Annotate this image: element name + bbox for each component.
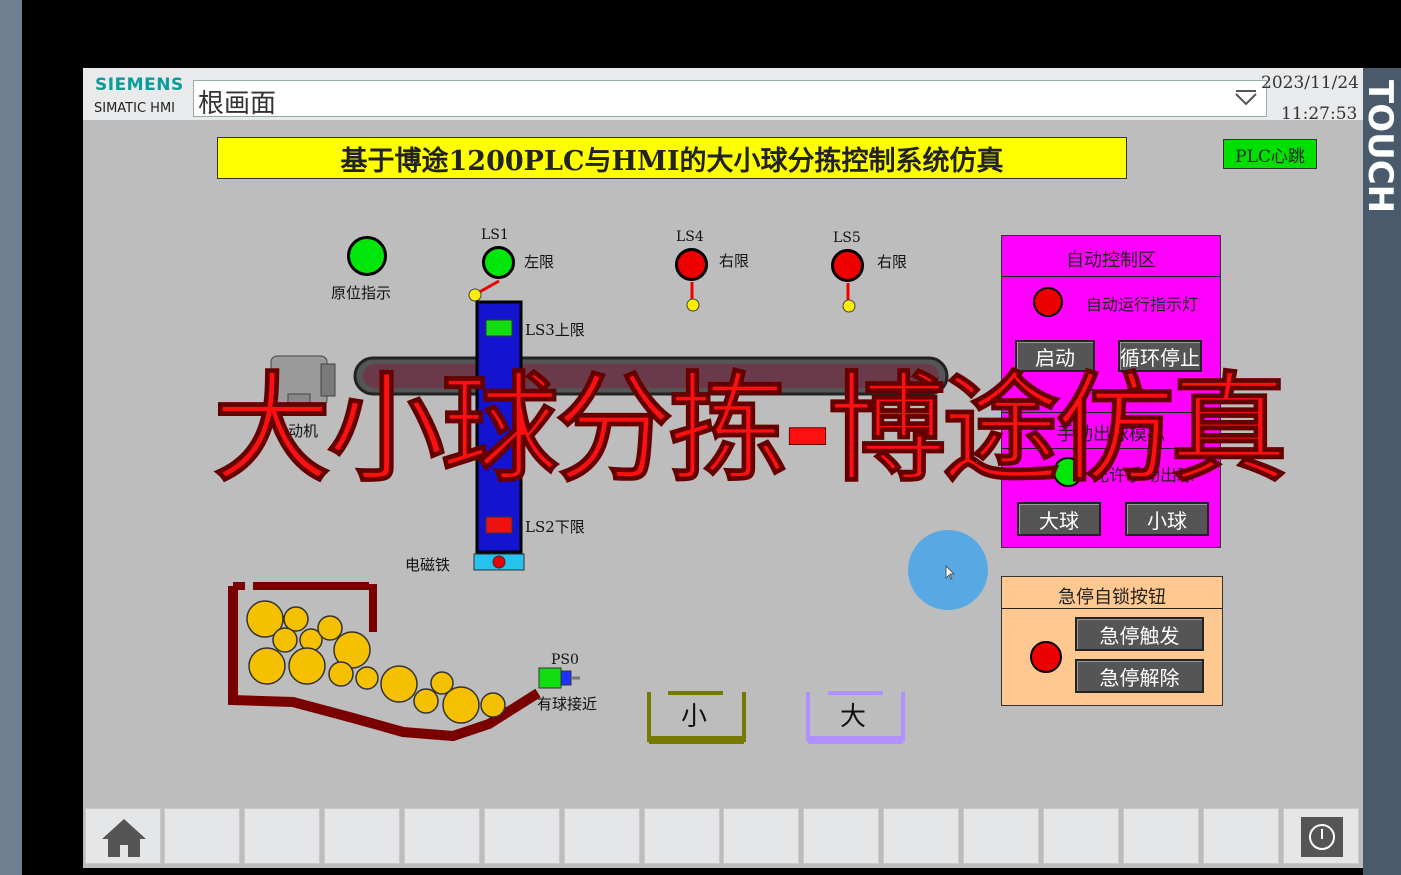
estop-release-button[interactable]: 急停解除 bbox=[1075, 659, 1204, 693]
home-icon bbox=[102, 819, 146, 857]
hmi-screen: SIEMENS SIMATIC HMI 根画面 2023/11/24 11:27… bbox=[83, 68, 1363, 868]
magnet-label: 电磁铁 bbox=[405, 556, 451, 574]
divider bbox=[1002, 276, 1220, 277]
estop-panel: 急停自锁按钮 急停触发 急停解除 bbox=[1001, 576, 1223, 706]
function-key-bar bbox=[83, 804, 1363, 868]
left-frame bbox=[0, 0, 22, 875]
function-key-9[interactable] bbox=[723, 808, 799, 864]
ls2-label: LS2下限 bbox=[525, 518, 585, 536]
function-key-12[interactable] bbox=[963, 808, 1039, 864]
function-key-15[interactable] bbox=[1203, 808, 1279, 864]
function-key-6[interactable] bbox=[484, 808, 560, 864]
auto-run-lamp bbox=[1033, 287, 1063, 317]
function-key-8[interactable] bbox=[644, 808, 720, 864]
big-ball-button[interactable]: 大球 bbox=[1017, 502, 1101, 536]
large-bin-label: 大 bbox=[840, 702, 867, 732]
function-key-14[interactable] bbox=[1123, 808, 1199, 864]
small-ball-button[interactable]: 小球 bbox=[1125, 502, 1209, 536]
auto-run-label: 自动运行指示灯 bbox=[1086, 295, 1199, 314]
estop-lamp bbox=[1030, 641, 1062, 673]
divider bbox=[1002, 608, 1222, 609]
function-key-5[interactable] bbox=[404, 808, 480, 864]
auto-zone-title: 自动控制区 bbox=[1066, 250, 1156, 271]
pointer-icon bbox=[945, 565, 955, 580]
touch-cursor bbox=[908, 530, 988, 610]
function-key-4[interactable] bbox=[324, 808, 400, 864]
estop-zone-title: 急停自锁按钮 bbox=[1058, 587, 1166, 608]
home-key[interactable] bbox=[85, 808, 161, 864]
overlay-caption: 大小球分拣-博途仿真 bbox=[213, 360, 1289, 499]
function-key-13[interactable] bbox=[1043, 808, 1119, 864]
function-key-3[interactable] bbox=[244, 808, 320, 864]
ps0-desc: 有球接近 bbox=[537, 695, 598, 713]
estop-trigger-button[interactable]: 急停触发 bbox=[1075, 617, 1204, 651]
small-bin-label: 小 bbox=[681, 702, 708, 732]
ps0-label: PS0 bbox=[551, 652, 579, 668]
function-key-2[interactable] bbox=[164, 808, 240, 864]
function-key-7[interactable] bbox=[564, 808, 640, 864]
function-key-11[interactable] bbox=[883, 808, 959, 864]
power-key[interactable] bbox=[1283, 808, 1359, 864]
function-key-10[interactable] bbox=[803, 808, 879, 864]
touch-label: TOUCH bbox=[1360, 80, 1400, 214]
power-icon bbox=[1301, 817, 1343, 857]
